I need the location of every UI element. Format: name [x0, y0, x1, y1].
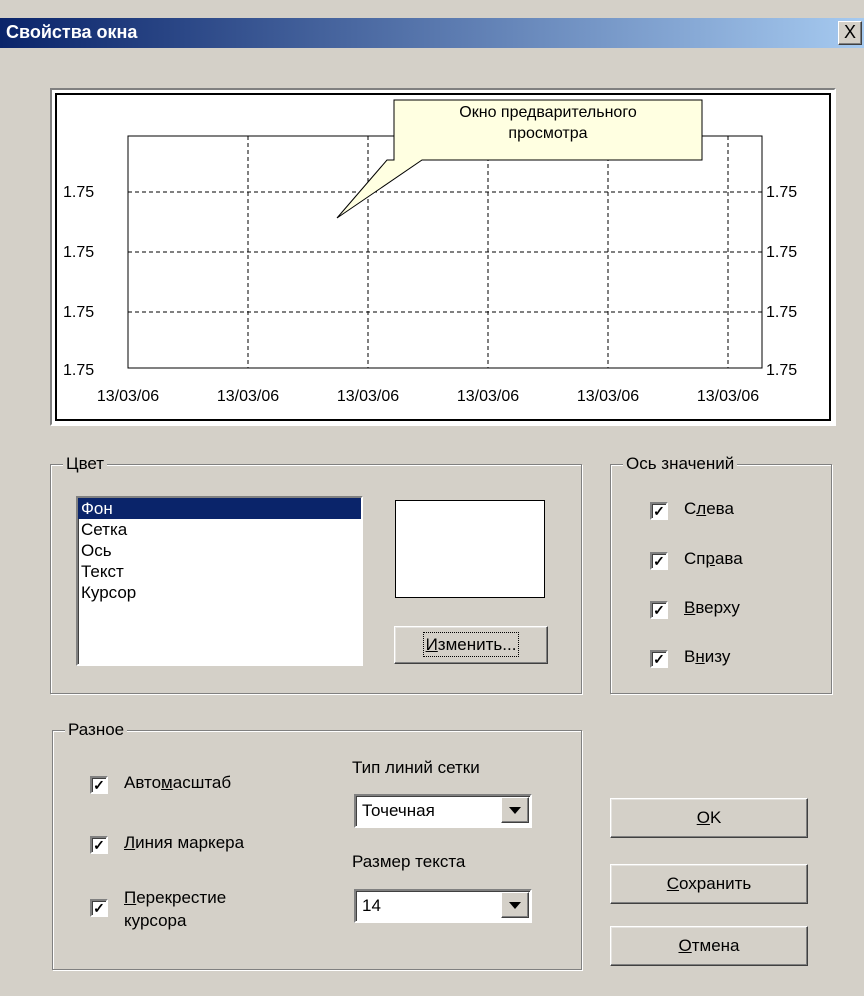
y-label-right: 1.75	[766, 304, 797, 321]
list-item[interactable]: Текст	[78, 561, 361, 582]
y-label-left: 1.75	[63, 184, 94, 201]
change-color-button-label: Изменить...	[422, 632, 520, 657]
preview-chart: 1.75 1.75 1.75 1.75 1.75 1.75 1.75 1.75 …	[63, 99, 797, 405]
ok-button[interactable]: OK	[610, 798, 808, 838]
list-item[interactable]: Сетка	[78, 519, 361, 540]
text-size-label: Размер текста	[352, 852, 466, 871]
color-element-listbox[interactable]: Фон Сетка Ось Текст Курсор	[76, 496, 363, 666]
y-label-left: 1.75	[63, 304, 94, 321]
color-swatch	[395, 500, 545, 598]
window-title: Свойства окна	[6, 22, 138, 42]
change-color-button[interactable]: Изменить...	[394, 626, 548, 664]
top-axis-label[interactable]: Вверху	[684, 598, 740, 618]
tooltip-line-2: просмотра	[508, 125, 587, 142]
right-axis-checkbox[interactable]: ✓	[650, 552, 668, 570]
chevron-down-icon[interactable]	[501, 892, 529, 918]
axis-group-label: Ось значений	[623, 454, 738, 474]
list-item[interactable]: Фон	[78, 498, 361, 519]
chevron-down-icon[interactable]	[501, 797, 529, 823]
grid-type-select[interactable]: Точечная	[354, 794, 532, 828]
y-label-right: 1.75	[766, 244, 797, 261]
crosshair-checkbox[interactable]: ✓	[90, 899, 108, 917]
top-axis-checkbox[interactable]: ✓	[650, 601, 668, 619]
x-label: 13/03/06	[577, 388, 639, 405]
crosshair-label-line1[interactable]: Перекрестие	[124, 888, 226, 908]
misc-group-label: Разное	[65, 720, 128, 740]
autoscale-label[interactable]: Автомасштаб	[124, 773, 231, 793]
save-button[interactable]: Сохранить	[610, 864, 808, 904]
window-top-edge	[0, 0, 864, 18]
x-label: 13/03/06	[337, 388, 399, 405]
y-label-right: 1.75	[766, 362, 797, 379]
title-bar[interactable]: Свойства окна X	[0, 18, 864, 48]
list-item[interactable]: Ось	[78, 540, 361, 561]
grid-type-value: Точечная	[362, 801, 435, 820]
cancel-button[interactable]: Отмена	[610, 926, 808, 966]
y-label-right: 1.75	[766, 184, 797, 201]
marker-line-label[interactable]: Линия маркера	[124, 833, 244, 853]
text-size-value: 14	[362, 896, 381, 915]
x-label: 13/03/06	[697, 388, 759, 405]
preview-frame: 1.75 1.75 1.75 1.75 1.75 1.75 1.75 1.75 …	[50, 88, 836, 426]
x-label: 13/03/06	[97, 388, 159, 405]
close-button[interactable]: X	[838, 21, 862, 45]
marker-line-checkbox[interactable]: ✓	[90, 836, 108, 854]
left-axis-checkbox[interactable]: ✓	[650, 502, 668, 520]
right-axis-label[interactable]: Справа	[684, 549, 743, 569]
x-label: 13/03/06	[217, 388, 279, 405]
y-label-left: 1.75	[63, 244, 94, 261]
y-label-left: 1.75	[63, 362, 94, 379]
list-item[interactable]: Курсор	[78, 582, 361, 603]
autoscale-checkbox[interactable]: ✓	[90, 776, 108, 794]
tooltip-line-1: Окно предварительного	[459, 104, 637, 121]
crosshair-label-line2[interactable]: курсора	[124, 911, 186, 931]
bottom-axis-checkbox[interactable]: ✓	[650, 650, 668, 668]
bottom-axis-label[interactable]: Внизу	[684, 647, 730, 667]
left-axis-label[interactable]: Слева	[684, 499, 734, 519]
text-size-select[interactable]: 14	[354, 889, 532, 923]
preview-canvas: 1.75 1.75 1.75 1.75 1.75 1.75 1.75 1.75 …	[55, 93, 831, 421]
x-label: 13/03/06	[457, 388, 519, 405]
color-group-label: Цвет	[63, 454, 108, 474]
grid-type-label: Тип линий сетки	[352, 758, 480, 777]
